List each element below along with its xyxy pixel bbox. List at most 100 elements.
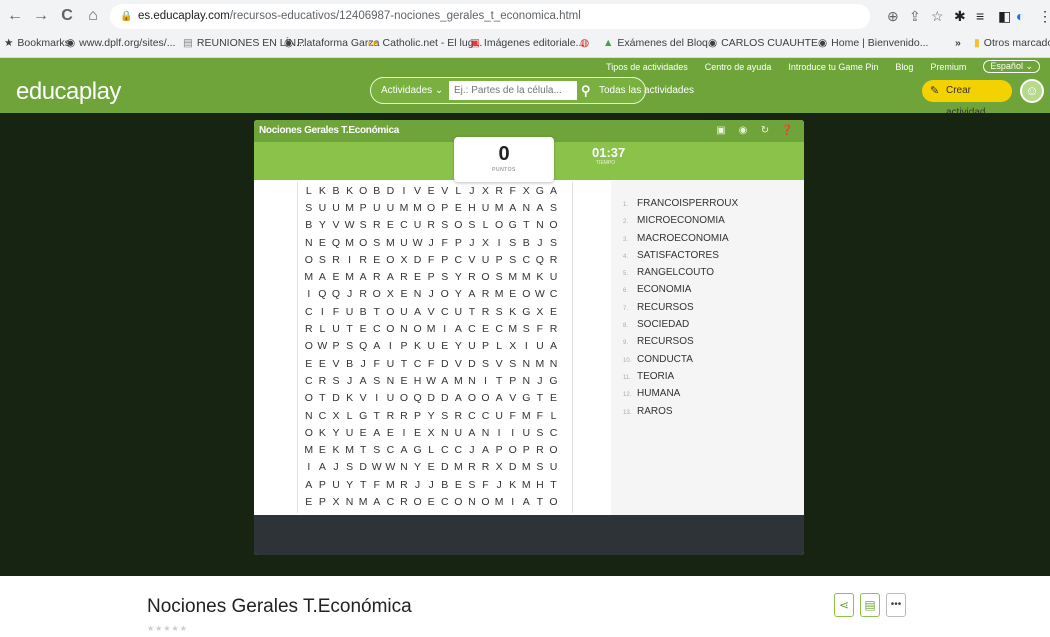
- grid-letter[interactable]: N: [343, 496, 357, 508]
- grid-letter[interactable]: U: [384, 392, 398, 404]
- grid-letter[interactable]: C: [438, 306, 452, 318]
- grid-letter[interactable]: F: [370, 479, 384, 491]
- grid-letter[interactable]: M: [520, 410, 534, 422]
- search-input[interactable]: [449, 81, 577, 100]
- help-icon[interactable]: ❓: [776, 123, 798, 139]
- grid-letter[interactable]: S: [465, 479, 479, 491]
- grid-letter[interactable]: O: [397, 392, 411, 404]
- grid-letter[interactable]: G: [520, 306, 534, 318]
- grid-letter[interactable]: C: [384, 444, 398, 456]
- create-activity-button[interactable]: ✎ Crear actividad: [922, 80, 1012, 118]
- grid-letter[interactable]: F: [533, 323, 547, 335]
- grid-letter[interactable]: A: [492, 392, 506, 404]
- grid-letter[interactable]: F: [424, 358, 438, 370]
- grid-letter[interactable]: C: [492, 323, 506, 335]
- grid-letter[interactable]: T: [520, 219, 534, 231]
- grid-letter[interactable]: S: [438, 271, 452, 283]
- grid-letter[interactable]: S: [533, 461, 547, 473]
- grid-letter[interactable]: S: [370, 444, 384, 456]
- grid-letter[interactable]: E: [424, 496, 438, 508]
- grid-letter[interactable]: H: [533, 479, 547, 491]
- grid-letter[interactable]: I: [492, 427, 506, 439]
- grid-letter[interactable]: A: [452, 323, 466, 335]
- grid-letter[interactable]: U: [329, 323, 343, 335]
- grid-letter[interactable]: C: [452, 254, 466, 266]
- grid-letter[interactable]: U: [452, 427, 466, 439]
- grid-letter[interactable]: I: [370, 392, 384, 404]
- grid-letter[interactable]: S: [492, 271, 506, 283]
- grid-letter[interactable]: K: [316, 427, 330, 439]
- grid-letter[interactable]: I: [384, 340, 398, 352]
- grid-letter[interactable]: G: [533, 185, 547, 197]
- grid-letter[interactable]: E: [411, 427, 425, 439]
- grid-letter[interactable]: Q: [533, 254, 547, 266]
- grid-letter[interactable]: A: [316, 271, 330, 283]
- grid-letter[interactable]: X: [520, 185, 534, 197]
- grid-letter[interactable]: W: [343, 219, 357, 231]
- grid-letter[interactable]: C: [316, 410, 330, 422]
- grid-letter[interactable]: C: [438, 444, 452, 456]
- grid-letter[interactable]: S: [492, 306, 506, 318]
- grid-letter[interactable]: M: [452, 375, 466, 387]
- grid-letter[interactable]: M: [384, 479, 398, 491]
- grid-letter[interactable]: L: [547, 410, 561, 422]
- bookmark-item[interactable]: ◍: [580, 37, 593, 49]
- grid-letter[interactable]: O: [547, 496, 561, 508]
- grid-letter[interactable]: B: [343, 358, 357, 370]
- grid-letter[interactable]: U: [465, 340, 479, 352]
- grid-letter[interactable]: K: [506, 479, 520, 491]
- grid-letter[interactable]: O: [547, 444, 561, 456]
- grid-letter[interactable]: V: [329, 219, 343, 231]
- grid-letter[interactable]: U: [397, 306, 411, 318]
- grid-letter[interactable]: I: [397, 185, 411, 197]
- grid-letter[interactable]: U: [343, 427, 357, 439]
- grid-letter[interactable]: W: [411, 237, 425, 249]
- grid-letter[interactable]: O: [384, 306, 398, 318]
- grid-letter[interactable]: M: [302, 271, 316, 283]
- bookmark-item[interactable]: ▲ Exámenes del Bloq...: [603, 37, 717, 49]
- grid-letter[interactable]: I: [343, 254, 357, 266]
- grid-letter[interactable]: P: [329, 340, 343, 352]
- grid-letter[interactable]: R: [492, 185, 506, 197]
- grid-letter[interactable]: O: [479, 496, 493, 508]
- grid-letter[interactable]: I: [438, 323, 452, 335]
- grid-letter[interactable]: A: [411, 306, 425, 318]
- grid-letter[interactable]: C: [397, 219, 411, 231]
- grid-letter[interactable]: E: [397, 375, 411, 387]
- grid-letter[interactable]: C: [547, 288, 561, 300]
- grid-letter[interactable]: C: [465, 323, 479, 335]
- grid-letter[interactable]: R: [479, 461, 493, 473]
- grid-letter[interactable]: N: [302, 410, 316, 422]
- top-link-game-pin[interactable]: Introduce tu Game Pin: [788, 62, 878, 72]
- grid-letter[interactable]: T: [547, 479, 561, 491]
- grid-letter[interactable]: E: [506, 288, 520, 300]
- grid-letter[interactable]: W: [533, 288, 547, 300]
- grid-letter[interactable]: V: [411, 185, 425, 197]
- grid-letter[interactable]: J: [424, 237, 438, 249]
- grid-letter[interactable]: E: [479, 323, 493, 335]
- grid-letter[interactable]: C: [370, 323, 384, 335]
- profile-icon[interactable]: ◐: [1016, 6, 1024, 26]
- grid-letter[interactable]: M: [424, 323, 438, 335]
- grid-letter[interactable]: W: [370, 461, 384, 473]
- grid-letter[interactable]: M: [302, 444, 316, 456]
- grid-letter[interactable]: X: [329, 410, 343, 422]
- letter-grid[interactable]: LKBKOBDIVEVLJXRFXGASUUMPUUMMOPEHUMANASBY…: [297, 182, 573, 513]
- grid-letter[interactable]: R: [533, 444, 547, 456]
- educaplay-logo[interactable]: educaplay: [16, 78, 121, 106]
- grid-letter[interactable]: O: [411, 496, 425, 508]
- bookmark-star-icon[interactable]: ☆: [931, 6, 944, 26]
- grid-letter[interactable]: P: [506, 375, 520, 387]
- grid-letter[interactable]: N: [533, 219, 547, 231]
- grid-letter[interactable]: K: [506, 306, 520, 318]
- forward-icon[interactable]: →: [30, 5, 52, 27]
- grid-letter[interactable]: J: [492, 479, 506, 491]
- grid-letter[interactable]: B: [520, 237, 534, 249]
- grid-letter[interactable]: C: [302, 375, 316, 387]
- search-icon[interactable]: ⚲: [581, 78, 595, 103]
- grid-letter[interactable]: J: [533, 375, 547, 387]
- grid-letter[interactable]: F: [329, 306, 343, 318]
- grid-letter[interactable]: O: [370, 288, 384, 300]
- grid-letter[interactable]: A: [479, 444, 493, 456]
- grid-letter[interactable]: S: [479, 358, 493, 370]
